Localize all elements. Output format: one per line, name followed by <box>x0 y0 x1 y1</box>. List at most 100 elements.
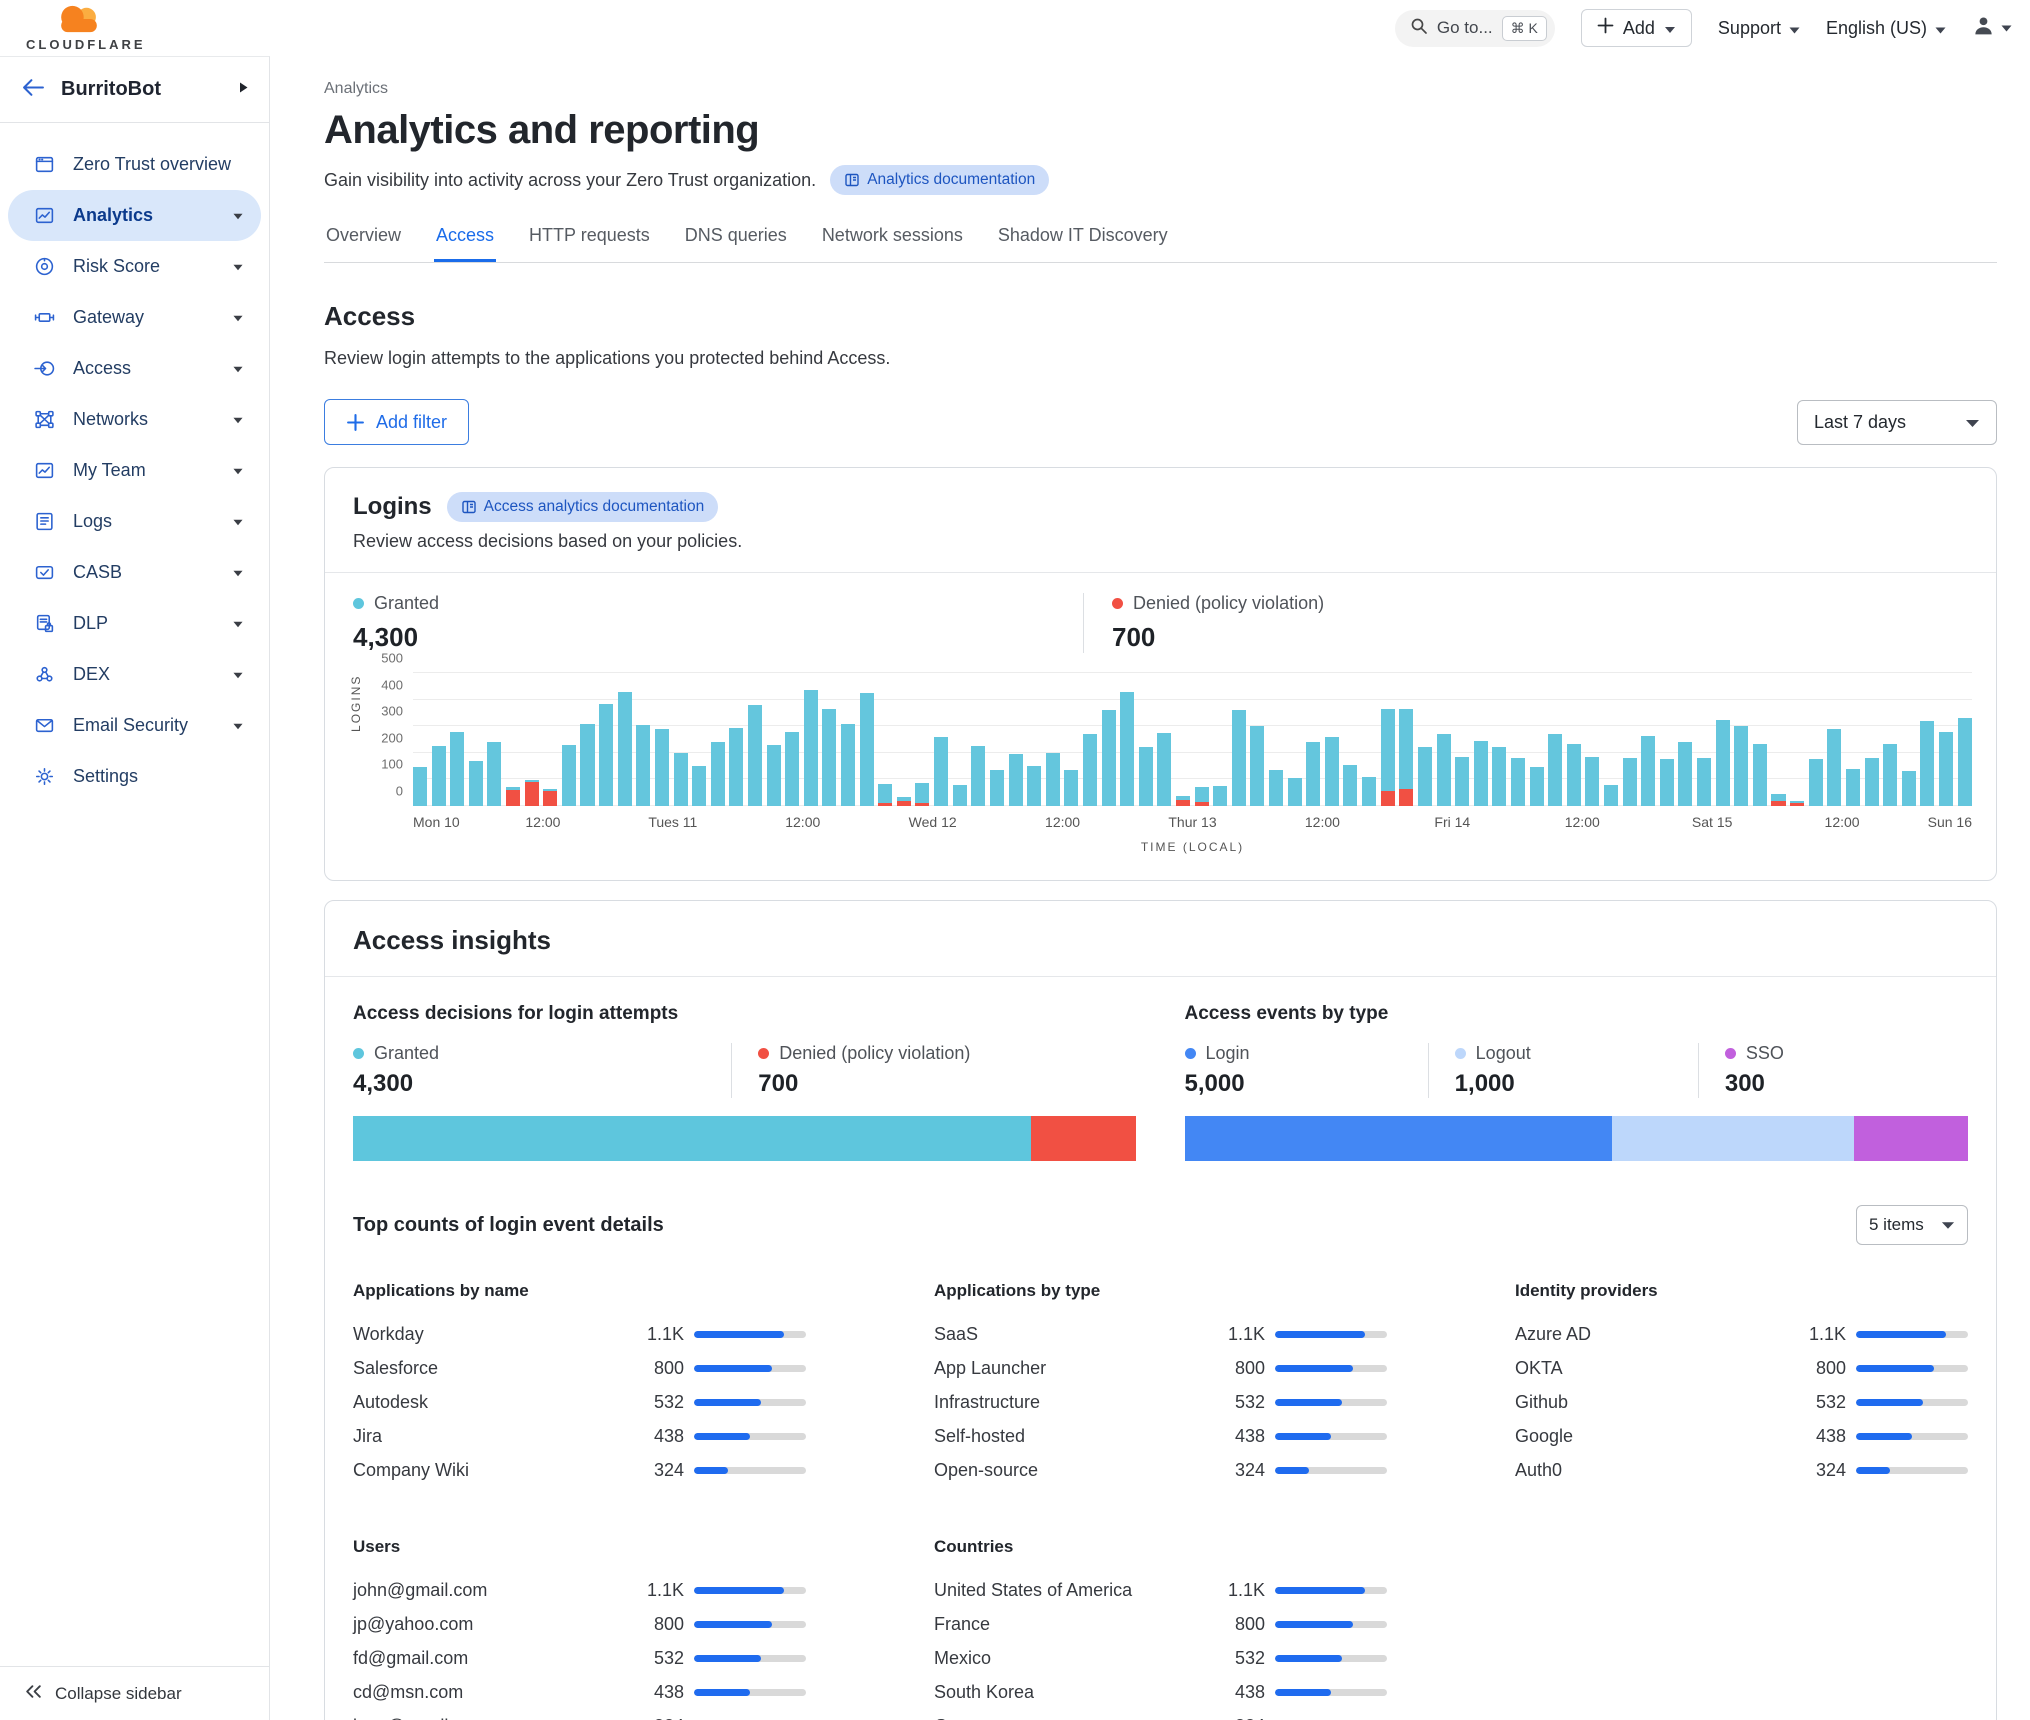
y-tick-label: 400 <box>381 677 403 692</box>
chart-bar <box>897 673 911 806</box>
top-counts-heading: Top counts of login event details <box>353 1214 664 1237</box>
chart-bar <box>1195 673 1209 806</box>
dlp-icon <box>34 613 56 634</box>
language-menu[interactable]: English (US) <box>1826 18 1946 39</box>
chart-bar <box>860 673 874 806</box>
sidebar-item-casb[interactable]: CASB <box>8 547 261 598</box>
date-range-select[interactable]: Last 7 days <box>1797 400 1997 445</box>
y-axis-title: LOGINS <box>349 674 363 731</box>
chart-bar <box>487 673 501 806</box>
sidebar-item-gateway[interactable]: Gateway <box>8 292 261 343</box>
chart-bar <box>1064 673 1078 806</box>
access-insights-card: Access insights Access decisions for log… <box>324 900 1997 1720</box>
chart-bar <box>1790 673 1804 806</box>
chart-bar <box>1232 673 1246 806</box>
chevron-down-icon <box>233 309 243 327</box>
access-description: Review login attempts to the application… <box>324 348 1997 369</box>
chevron-down-icon <box>233 615 243 633</box>
add-filter-button[interactable]: Add filter <box>324 399 469 445</box>
chart-bar <box>934 673 948 806</box>
chart-bar <box>1697 673 1711 806</box>
sidebar-item-zero-trust-overview[interactable]: Zero Trust overview <box>8 139 261 190</box>
tab-overview[interactable]: Overview <box>324 225 403 262</box>
chart-bar <box>1120 673 1134 806</box>
sidebar-item-dex[interactable]: DEX <box>8 649 261 700</box>
chevron-down-icon <box>233 207 243 225</box>
chart-bar <box>599 673 613 806</box>
chart-bar <box>804 673 818 806</box>
user-menu[interactable] <box>1972 14 2012 42</box>
count-bar <box>1856 1331 1968 1338</box>
legend-dot <box>1455 1048 1466 1059</box>
count-row-united-states-of-america: United States of America 1.1K <box>934 1573 1387 1607</box>
count-bar <box>694 1467 806 1474</box>
count-bar <box>1275 1433 1387 1440</box>
sidebar-item-risk-score[interactable]: Risk Score <box>8 241 261 292</box>
chart-bar <box>748 673 762 806</box>
tab-shadow-it-discovery[interactable]: Shadow IT Discovery <box>996 225 1170 262</box>
cloudflare-zero-trust-app: CLOUDFLARE Go to... ⌘ K Add <box>0 0 2030 1720</box>
count-row-app-launcher: App Launcher 800 <box>934 1351 1387 1385</box>
cloudflare-logo[interactable]: CLOUDFLARE <box>0 4 270 52</box>
analytics-documentation-badge[interactable]: Analytics documentation <box>830 165 1049 195</box>
count-row-salesforce: Salesforce 800 <box>353 1351 806 1385</box>
search-icon <box>1410 17 1428 40</box>
global-search[interactable]: Go to... ⌘ K <box>1395 10 1555 47</box>
legend-dot <box>1112 598 1123 609</box>
y-tick-label: 300 <box>381 704 403 719</box>
sidebar-item-access[interactable]: Access <box>8 343 261 394</box>
count-row-company-wiki: Company Wiki 324 <box>353 1453 806 1487</box>
plus-icon <box>1597 17 1614 39</box>
count-row-france: France 800 <box>934 1607 1387 1641</box>
chart-bar <box>1753 673 1767 806</box>
networks-icon <box>34 409 56 430</box>
count-row-jane-gmail-com: jane@gmail.com 324 <box>353 1709 806 1720</box>
count-bar <box>694 1399 806 1406</box>
topbar: CLOUDFLARE Go to... ⌘ K Add <box>0 0 2030 56</box>
x-tick-label: 12:00 <box>1565 814 1600 830</box>
back-arrow-icon[interactable] <box>22 78 45 102</box>
count-bar <box>694 1655 806 1662</box>
access-analytics-documentation-badge[interactable]: Access analytics documentation <box>447 492 719 522</box>
bar-segment-granted <box>353 1116 1031 1161</box>
sidebar-item-email-security[interactable]: Email Security <box>8 700 261 751</box>
tab-dns-queries[interactable]: DNS queries <box>683 225 789 262</box>
items-count-select[interactable]: 5 items <box>1856 1205 1968 1245</box>
sidebar-item-analytics[interactable]: Analytics <box>8 190 261 241</box>
count-bar <box>1275 1365 1387 1372</box>
cloudflare-wordmark: CLOUDFLARE <box>26 37 146 52</box>
chart-bar <box>1678 673 1692 806</box>
sidebar-item-networks[interactable]: Networks <box>8 394 261 445</box>
chart-bar <box>822 673 836 806</box>
breadcrumb[interactable]: Analytics <box>324 80 1997 98</box>
count-bar <box>1856 1399 1968 1406</box>
x-tick-label: Wed 12 <box>909 814 957 830</box>
count-row-jira: Jira 438 <box>353 1419 806 1453</box>
chart-bar <box>1771 673 1785 806</box>
x-tick-label: 12:00 <box>525 814 560 830</box>
chart-bar <box>562 673 576 806</box>
support-menu[interactable]: Support <box>1718 18 1800 39</box>
count-bar <box>694 1365 806 1372</box>
access-events-panel: Access events by type Login 5,000Logout … <box>1185 1003 1969 1161</box>
sidebar-item-settings[interactable]: Settings <box>8 751 261 802</box>
chart-bar <box>1734 673 1748 806</box>
add-button[interactable]: Add <box>1581 9 1692 47</box>
risk-icon <box>34 256 56 277</box>
chevron-down-icon <box>233 360 243 378</box>
legend-dot <box>758 1048 769 1059</box>
tab-network-sessions[interactable]: Network sessions <box>820 225 965 262</box>
logins-subtitle: Review access decisions based on your po… <box>353 531 1968 552</box>
sidebar-item-logs[interactable]: Logs <box>8 496 261 547</box>
chevron-down-icon <box>1789 18 1800 39</box>
tab-http-requests[interactable]: HTTP requests <box>527 225 652 262</box>
x-tick-label: 12:00 <box>785 814 820 830</box>
chart-bar <box>655 673 669 806</box>
chevron-right-icon[interactable] <box>239 81 249 99</box>
legend-dot <box>353 1048 364 1059</box>
top-counts-column-identity-providers: Identity providers Azure AD 1.1K OKTA 80… <box>1515 1281 1968 1487</box>
tab-access[interactable]: Access <box>434 225 496 262</box>
sidebar-item-my-team[interactable]: My Team <box>8 445 261 496</box>
sidebar-item-dlp[interactable]: DLP <box>8 598 261 649</box>
collapse-sidebar-button[interactable]: Collapse sidebar <box>0 1666 269 1720</box>
